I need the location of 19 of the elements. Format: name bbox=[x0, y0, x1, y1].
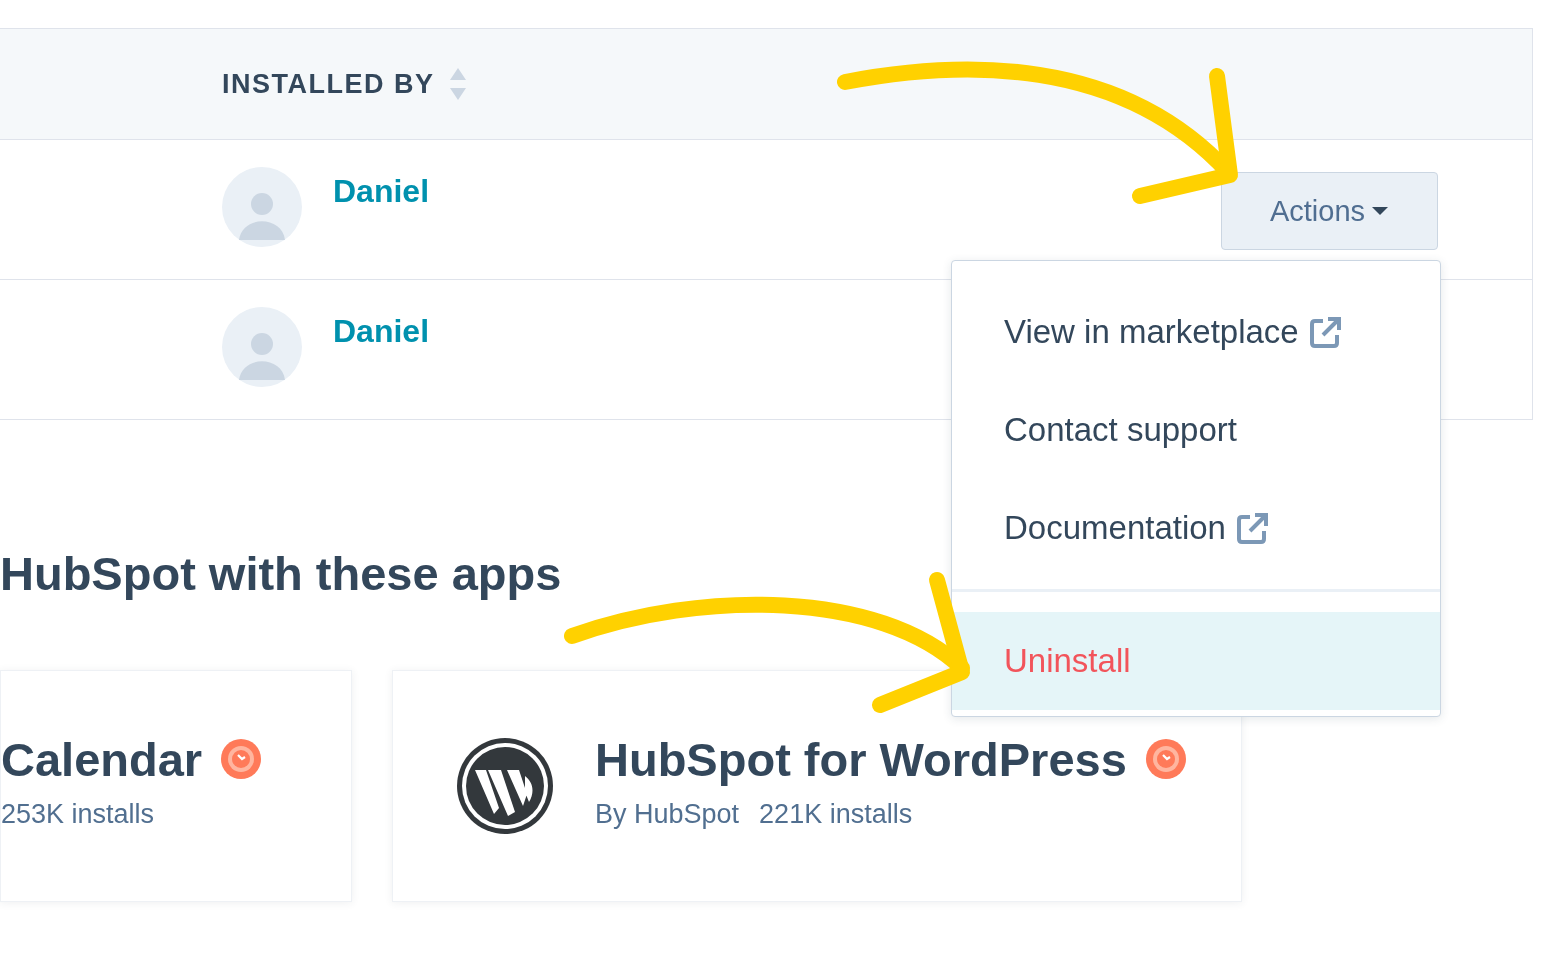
installs-count: 221K installs bbox=[759, 798, 913, 830]
app-name[interactable]: HubSpot for WordPress bbox=[595, 731, 1127, 787]
installer-link[interactable]: Daniel bbox=[333, 173, 430, 210]
app-name[interactable]: Calendar bbox=[1, 731, 203, 787]
wordpress-logo-icon bbox=[455, 735, 555, 836]
caret-icon bbox=[1371, 206, 1390, 216]
menu-item[interactable]: Contact support bbox=[952, 381, 1440, 479]
actions-dropdown-button[interactable]: Actions bbox=[1221, 172, 1438, 250]
installer-link[interactable]: Daniel bbox=[333, 313, 430, 350]
menu-item[interactable]: View in marketplace bbox=[952, 283, 1440, 381]
publisher-text: By HubSpot bbox=[595, 798, 740, 830]
app-card[interactable]: Calendar 253K installs bbox=[0, 669, 352, 902]
column-header[interactable]: INSTALLED BY bbox=[222, 68, 435, 100]
menu-item[interactable]: Documentation bbox=[952, 479, 1440, 577]
avatar-placeholder-icon bbox=[222, 307, 302, 387]
installs-count: 253K installs bbox=[1, 798, 155, 830]
sort-icon[interactable] bbox=[448, 66, 467, 102]
section-heading: HubSpot with these apps bbox=[0, 548, 563, 600]
avatar-placeholder-icon bbox=[222, 167, 302, 247]
